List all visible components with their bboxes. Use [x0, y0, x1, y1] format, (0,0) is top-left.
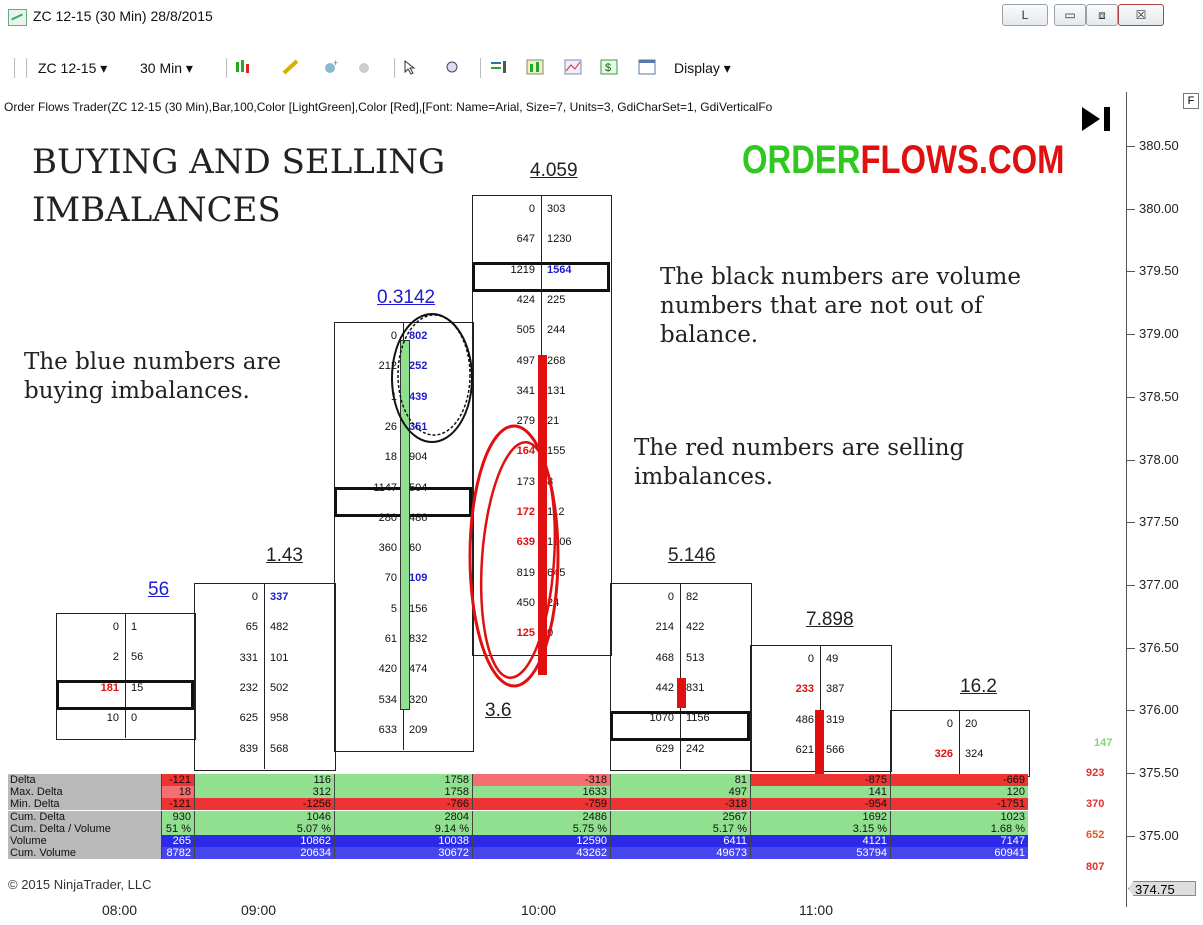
- stats-cell: -759: [472, 798, 610, 811]
- stats-cell: 30672: [334, 847, 472, 860]
- stats-cell: 9.14 %: [334, 822, 472, 835]
- stats-cell: 53794: [750, 847, 890, 860]
- stats-cell: 141: [750, 786, 890, 799]
- stats-cell: 2486: [472, 810, 610, 823]
- right-value: 807: [1086, 861, 1105, 873]
- stats-row-label: Cum. Delta / Volume: [8, 822, 161, 835]
- stats-cell: -875: [750, 774, 890, 786]
- stats-cell: 18: [161, 786, 194, 799]
- stats-row-label: Max. Delta: [8, 786, 161, 799]
- stats-cell: 1692: [750, 810, 890, 823]
- stats-cell: 8782: [161, 847, 194, 860]
- stats-cell: 7147: [890, 835, 1028, 847]
- stats-cell: 5.07 %: [194, 822, 334, 835]
- stats-cell: -954: [750, 798, 890, 811]
- stats-cell: 120: [890, 786, 1028, 799]
- stats-row-label: Cum. Delta: [8, 810, 161, 823]
- x-axis-label: 08:00: [102, 902, 138, 918]
- x-axis-label: 10:00: [521, 902, 557, 918]
- stats-cell: 43262: [472, 847, 610, 860]
- stats-cell: 497: [610, 786, 750, 799]
- stats-cell: 5.17 %: [610, 822, 750, 835]
- stats-cell: -1256: [194, 798, 334, 811]
- stats-cell: 10038: [334, 835, 472, 847]
- copyright-label: © 2015 NinjaTrader, LLC: [8, 877, 152, 892]
- stats-cell: 20634: [194, 847, 334, 860]
- stats-cell: 312: [194, 786, 334, 799]
- x-axis-label: 11:00: [799, 902, 833, 918]
- stats-cell: -121: [161, 798, 194, 811]
- stats-cell: -766: [334, 798, 472, 811]
- stats-cell: -318: [610, 798, 750, 811]
- right-value: 370: [1086, 798, 1105, 810]
- stats-cell: 1758: [334, 786, 472, 799]
- stats-cell: 2567: [610, 810, 750, 823]
- stats-cell: -318: [472, 774, 610, 786]
- stats-cell: 3.15 %: [750, 822, 890, 835]
- stats-row-label: Volume: [8, 835, 161, 847]
- stats-cell: 81: [610, 774, 750, 786]
- stats-cell: -669: [890, 774, 1028, 786]
- stats-cell: 60941: [890, 847, 1028, 860]
- stats-cell: 6411: [610, 835, 750, 847]
- stats-cell: 4121: [750, 835, 890, 847]
- right-value: 923: [1086, 767, 1105, 779]
- stats-cell: 930: [161, 810, 194, 823]
- x-axis-label: 09:00: [241, 902, 277, 918]
- stats-row-label: Cum. Volume: [8, 847, 161, 860]
- stats-row-label: Min. Delta: [8, 798, 161, 811]
- stats-cell: 5.75 %: [472, 822, 610, 835]
- stats-cell: -1751: [890, 798, 1028, 811]
- stats-cell: 1633: [472, 786, 610, 799]
- stats-cell: 51 %: [161, 822, 194, 835]
- stats-row-label: Delta: [8, 774, 161, 786]
- stats-cell: 2804: [334, 810, 472, 823]
- stats-cell: 10862: [194, 835, 334, 847]
- stats-cell: 12590: [472, 835, 610, 847]
- stats-cell: 1.68 %: [890, 822, 1028, 835]
- stats-cell: 1046: [194, 810, 334, 823]
- red-imbalance-circle-2: [479, 441, 557, 679]
- right-value: 147: [1094, 737, 1113, 749]
- stats-cell: 116: [194, 774, 334, 786]
- stats-cell: 1023: [890, 810, 1028, 823]
- stats-cell: 265: [161, 835, 194, 847]
- stats-cell: -121: [161, 774, 194, 786]
- right-value: 652: [1086, 829, 1105, 841]
- blue-imbalance-circle-2: [397, 314, 471, 436]
- stats-cell: 1758: [334, 774, 472, 786]
- stats-cell: 49673: [610, 847, 750, 860]
